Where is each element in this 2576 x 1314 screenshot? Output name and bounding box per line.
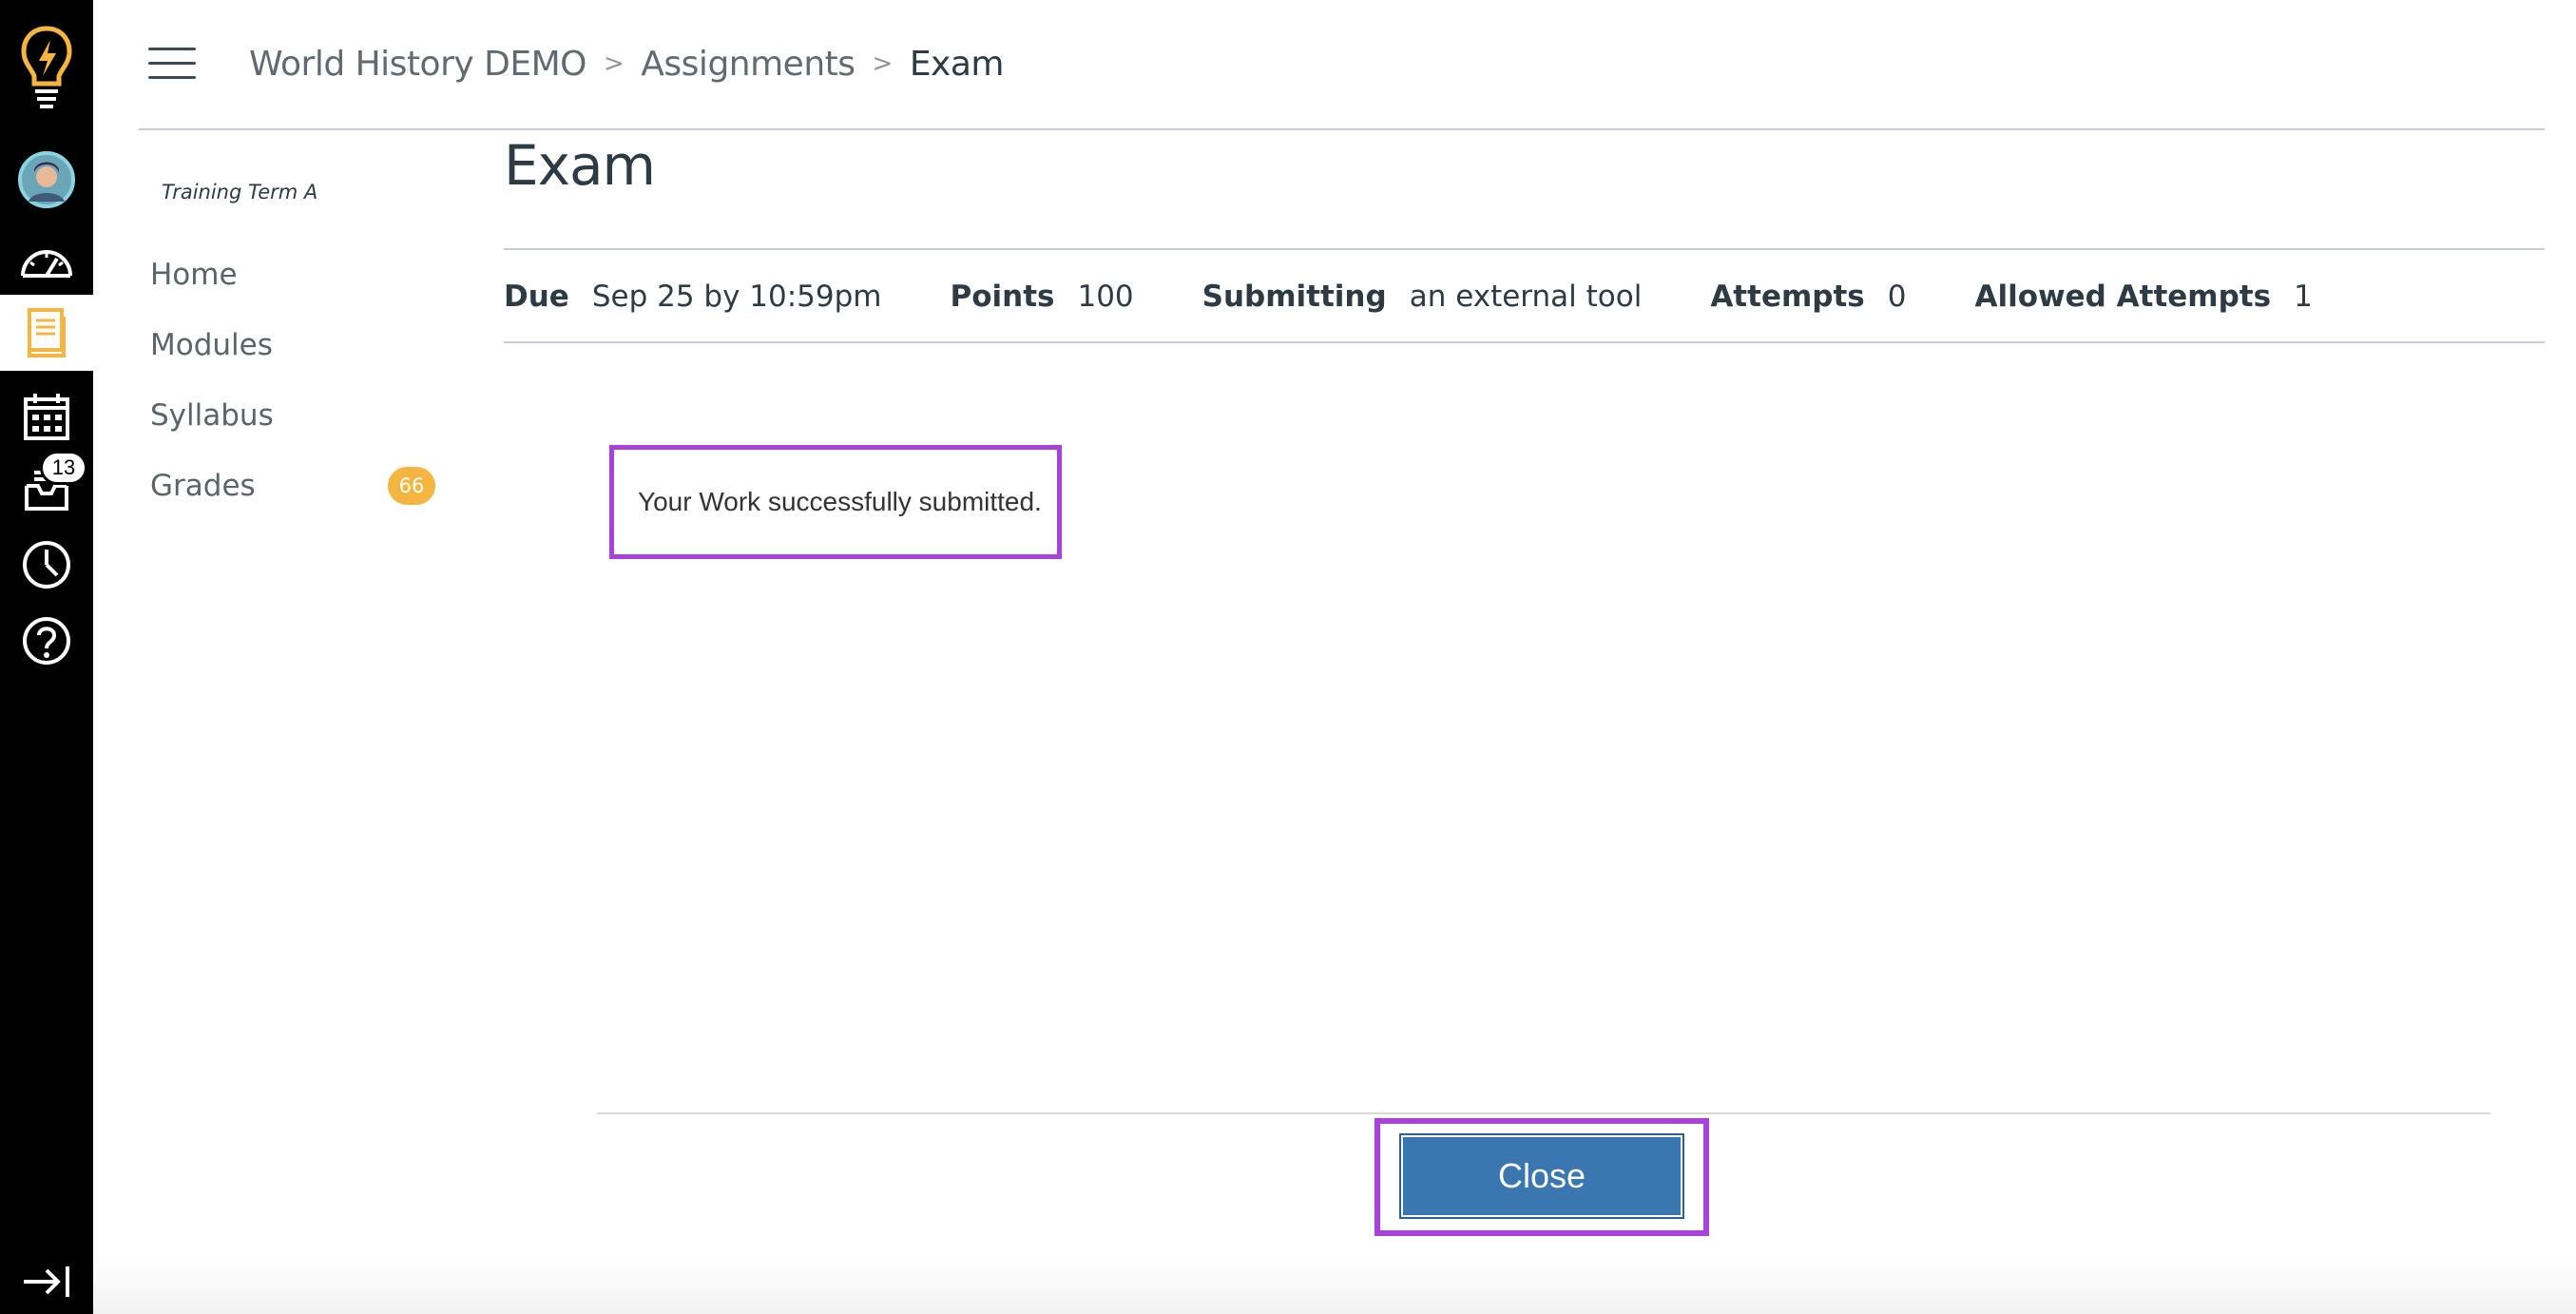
inbox-unread-badge: 13 xyxy=(40,451,87,485)
course-nav-item-label: Modules xyxy=(150,328,273,362)
course-nav-item-label: Grades xyxy=(150,469,256,503)
course-menu-toggle-button[interactable] xyxy=(148,48,198,80)
logo-lightbulb-icon[interactable] xyxy=(0,19,93,114)
page-bottom-shade xyxy=(93,1255,2576,1314)
dashboard-gauge-icon[interactable] xyxy=(0,226,93,295)
page-title: Exam xyxy=(504,133,656,198)
course-term-label: Training Term A xyxy=(162,181,318,203)
global-nav: 13 xyxy=(0,0,93,1314)
course-nav-item-home[interactable]: Home xyxy=(150,240,445,310)
course-nav: Home Modules Syllabus Grades 66 xyxy=(150,240,445,521)
breadcrumb-current: Exam xyxy=(909,44,1005,84)
course-nav-item-label: Syllabus xyxy=(150,398,274,433)
details-top-divider xyxy=(504,248,2545,250)
attempts-value: 0 xyxy=(1887,280,1907,314)
courses-book-icon[interactable] xyxy=(0,295,93,371)
tool-footer-divider xyxy=(597,1112,2490,1114)
help-icon[interactable] xyxy=(0,605,93,677)
breadcrumb-course-link[interactable]: World History DEMO xyxy=(249,45,587,84)
grades-count-badge: 66 xyxy=(388,467,435,505)
breadcrumb-assignments-link[interactable]: Assignments xyxy=(641,45,855,84)
course-nav-item-syllabus[interactable]: Syllabus xyxy=(150,380,445,451)
close-button[interactable]: Close xyxy=(1399,1133,1684,1219)
submitting-value: an external tool xyxy=(1409,280,1643,314)
collapse-nav-icon[interactable] xyxy=(0,1255,93,1308)
course-nav-item-modules[interactable]: Modules xyxy=(150,310,445,380)
submitting-label: Submitting xyxy=(1201,280,1387,314)
history-clock-icon[interactable] xyxy=(0,529,93,601)
due-label: Due xyxy=(504,280,569,314)
attempts-label: Attempts xyxy=(1710,280,1865,314)
header-divider xyxy=(139,128,2545,130)
points-value: 100 xyxy=(1077,280,1134,314)
breadcrumb: World History DEMO > Assignments > Exam xyxy=(249,38,1005,89)
calendar-icon[interactable] xyxy=(0,378,93,454)
allowed-attempts-value: 1 xyxy=(2294,280,2313,314)
due-value: Sep 25 by 10:59pm xyxy=(591,280,882,314)
account-avatar[interactable] xyxy=(0,143,93,217)
submission-message-text: Your Work successfully submitted. xyxy=(638,487,1042,516)
course-nav-item-label: Home xyxy=(150,258,238,292)
points-label: Points xyxy=(950,280,1055,314)
chevron-right-icon: > xyxy=(872,49,894,78)
details-bottom-divider xyxy=(504,341,2545,343)
chevron-right-icon: > xyxy=(604,49,625,78)
course-nav-item-grades[interactable]: Grades 66 xyxy=(150,451,445,521)
assignment-details: Due Sep 25 by 10:59pm Points 100 Submitt… xyxy=(504,270,2313,323)
submission-success-message: Your Work successfully submitted. xyxy=(609,445,1062,559)
allowed-attempts-label: Allowed Attempts xyxy=(1974,280,2272,314)
